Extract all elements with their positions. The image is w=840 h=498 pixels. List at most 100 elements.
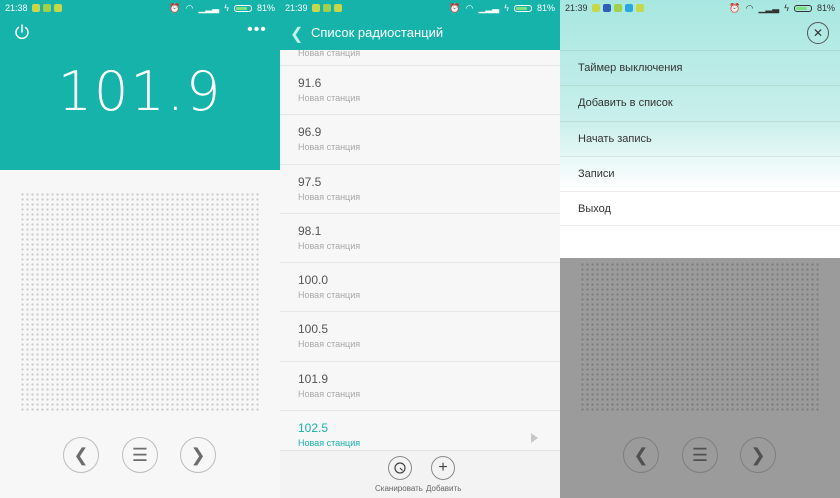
battery-percent: 81% bbox=[816, 3, 835, 13]
current-frequency: 101.9 bbox=[57, 60, 223, 123]
wifi-icon: ◠ bbox=[465, 2, 474, 13]
station-frequency: 97.5 bbox=[298, 174, 322, 189]
alarm-icon: ⏰ bbox=[449, 2, 461, 13]
station-item[interactable]: 101.9 Новая станция bbox=[280, 362, 560, 412]
menu-list: Таймер выключения Добавить в список Нача… bbox=[560, 50, 840, 227]
plus-icon: + bbox=[438, 459, 448, 476]
charging-icon: ϟ bbox=[504, 3, 509, 13]
station-item[interactable]: Новая станция bbox=[280, 50, 560, 66]
station-item[interactable]: 98.1 Новая станция bbox=[280, 214, 560, 264]
station-name: Новая станция bbox=[298, 290, 361, 301]
next-station-button: ❯ bbox=[740, 437, 776, 473]
more-icon[interactable]: ••• bbox=[246, 22, 268, 42]
station-item[interactable]: 96.9 Новая станция bbox=[280, 115, 560, 165]
battery-icon bbox=[233, 4, 252, 12]
status-bar: 21:38 ⏰ ◠ ▁▂▃ ϟ 81% bbox=[0, 0, 280, 16]
station-item[interactable]: 100.0 Новая станция bbox=[280, 263, 560, 313]
station-name: Новая станция bbox=[298, 438, 361, 449]
menu-icon: ☰ bbox=[131, 444, 149, 465]
prev-station-button[interactable]: ❮ bbox=[63, 437, 99, 473]
notification-icon bbox=[31, 4, 40, 12]
frequency-dial-dimmed bbox=[580, 262, 820, 412]
notification-icon bbox=[311, 4, 320, 12]
scan-label[interactable]: Сканировать bbox=[375, 484, 423, 493]
wifi-icon: ◠ bbox=[745, 2, 754, 13]
radio-main-screen: 21:38 ⏰ ◠ ▁▂▃ ϟ 81% ••• 101.9 ❮ ☰ ❯ bbox=[0, 0, 280, 498]
radio-menu-screen: ❮ ☰ ❯ 21:39 ⏰ ◠ ▁▂▃ ϟ 81% ✕ Таймер выклю… bbox=[560, 0, 840, 498]
scan-button[interactable] bbox=[388, 456, 412, 480]
station-name: Новая станция bbox=[298, 142, 361, 153]
station-list-button[interactable]: ☰ bbox=[122, 437, 158, 473]
signal-icon: ▁▂▃ bbox=[198, 2, 220, 13]
notification-icon bbox=[333, 4, 342, 12]
wifi-icon: ◠ bbox=[185, 2, 194, 13]
prev-station-button: ❮ bbox=[623, 437, 659, 473]
station-item[interactable]: 100.5 Новая станция bbox=[280, 312, 560, 362]
chevron-left-icon: ❮ bbox=[290, 26, 304, 43]
menu-item-sleep-timer[interactable]: Таймер выключения bbox=[560, 50, 840, 85]
status-bar: 21:39 ⏰ ◠ ▁▂▃ ϟ 81% bbox=[280, 0, 560, 16]
power-icon[interactable] bbox=[12, 22, 32, 42]
station-name: Новая станция bbox=[298, 240, 361, 251]
add-label[interactable]: Добавить bbox=[426, 484, 461, 493]
battery-icon bbox=[513, 4, 532, 12]
station-frequency: 101.9 bbox=[298, 371, 329, 386]
status-time: 21:39 bbox=[285, 3, 308, 13]
next-station-button[interactable]: ❯ bbox=[180, 437, 216, 473]
close-icon: ✕ bbox=[812, 26, 824, 40]
station-name: Новая станция bbox=[298, 388, 361, 399]
notification-icon bbox=[624, 4, 633, 12]
station-name: Новая станция bbox=[298, 93, 361, 103]
alarm-icon: ⏰ bbox=[169, 2, 181, 13]
options-menu: 21:39 ⏰ ◠ ▁▂▃ ϟ 81% ✕ Таймер выключения … bbox=[560, 0, 840, 258]
signal-icon: ▁▂▃ bbox=[758, 2, 780, 13]
alarm-icon: ⏰ bbox=[729, 2, 741, 13]
menu-item-start-recording[interactable]: Начать запись bbox=[560, 120, 840, 156]
notification-icon bbox=[602, 4, 611, 12]
chevron-left-icon: ❮ bbox=[73, 444, 89, 465]
notification-icon bbox=[635, 4, 644, 12]
station-name: Новая станция bbox=[298, 191, 361, 202]
status-time: 21:39 bbox=[565, 3, 588, 13]
notification-icon bbox=[591, 4, 600, 12]
station-item[interactable]: 97.5 Новая станция bbox=[280, 165, 560, 214]
station-frequency: 100.0 bbox=[298, 273, 329, 288]
page-title: Список радиостанций bbox=[311, 25, 444, 40]
scan-icon bbox=[394, 462, 406, 474]
battery-fill bbox=[795, 6, 807, 10]
battery-icon bbox=[793, 4, 812, 12]
chevron-right-icon: ❯ bbox=[190, 444, 206, 465]
close-button[interactable]: ✕ bbox=[807, 22, 829, 44]
notification-icon bbox=[42, 4, 51, 12]
charging-icon: ϟ bbox=[784, 3, 789, 13]
playing-indicator-icon bbox=[531, 433, 538, 443]
station-item[interactable]: 91.6 Новая станция bbox=[280, 66, 560, 116]
bottom-toolbar: Сканировать + Добавить bbox=[280, 450, 560, 498]
menu-item-recordings[interactable]: Записи bbox=[560, 155, 840, 191]
frequency-dial[interactable] bbox=[20, 192, 260, 412]
chevron-right-icon: ❯ bbox=[750, 444, 766, 465]
battery-fill bbox=[235, 6, 247, 10]
station-name: Новая станция bbox=[298, 339, 361, 350]
station-item-active[interactable]: 102.5 Новая станция bbox=[280, 411, 560, 450]
status-time: 21:38 bbox=[5, 3, 28, 13]
notification-icon bbox=[322, 4, 331, 12]
station-list: Новая станция 91.6 Новая станция 96.9 Но… bbox=[280, 50, 560, 450]
status-bar: 21:39 ⏰ ◠ ▁▂▃ ϟ 81% bbox=[560, 0, 840, 16]
back-button[interactable]: ❮ bbox=[290, 24, 303, 44]
add-button[interactable]: + bbox=[431, 456, 455, 480]
station-frequency: 96.9 bbox=[298, 125, 322, 140]
station-frequency: 91.6 bbox=[298, 76, 322, 90]
signal-icon: ▁▂▃ bbox=[478, 2, 500, 13]
menu-item-add-to-list[interactable]: Добавить в список bbox=[560, 85, 840, 120]
station-list-button: ☰ bbox=[682, 437, 718, 473]
station-frequency: 100.5 bbox=[298, 322, 329, 337]
charging-icon: ϟ bbox=[224, 3, 229, 13]
notification-icon bbox=[53, 4, 62, 12]
battery-fill bbox=[515, 6, 527, 10]
menu-item-exit[interactable]: Выход bbox=[560, 191, 840, 227]
menu-icon: ☰ bbox=[691, 444, 709, 465]
station-frequency: 98.1 bbox=[298, 223, 322, 238]
station-name: Новая станция bbox=[298, 50, 361, 58]
notification-icon bbox=[613, 4, 622, 12]
